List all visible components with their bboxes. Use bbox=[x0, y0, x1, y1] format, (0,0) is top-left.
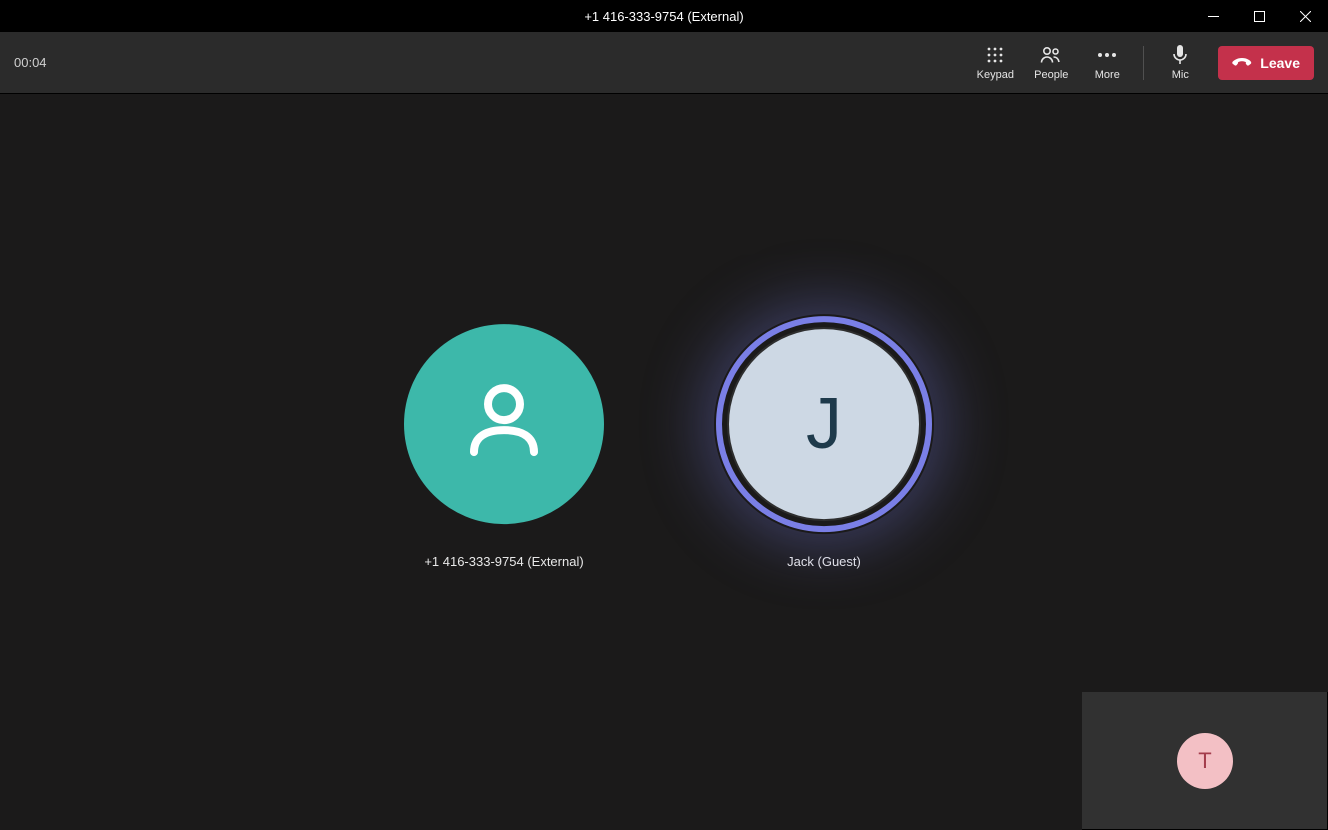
call-stage: +1 416-333-9754 (External) J Jack (Guest… bbox=[0, 94, 1328, 830]
leave-label: Leave bbox=[1260, 55, 1300, 71]
window-controls bbox=[1190, 0, 1328, 32]
leave-button[interactable]: Leave bbox=[1218, 46, 1314, 80]
mic-icon bbox=[1172, 44, 1188, 66]
speaking-ring-icon bbox=[716, 316, 932, 532]
hangup-icon bbox=[1232, 55, 1252, 71]
more-label: More bbox=[1095, 69, 1120, 81]
people-icon bbox=[1040, 44, 1062, 66]
avatar bbox=[394, 314, 614, 534]
self-view[interactable]: T bbox=[1082, 692, 1328, 830]
more-icon bbox=[1097, 44, 1117, 66]
generic-avatar-icon bbox=[404, 324, 604, 524]
participant-name: +1 416-333-9754 (External) bbox=[424, 554, 583, 569]
participant-name: Jack (Guest) bbox=[787, 554, 861, 569]
participant-tile[interactable]: J Jack (Guest) bbox=[694, 314, 954, 569]
call-toolbar: 00:04 Keypad bbox=[0, 32, 1328, 94]
title-bar: +1 416-333-9754 (External) bbox=[0, 0, 1328, 32]
participant-tile[interactable]: +1 416-333-9754 (External) bbox=[374, 314, 634, 569]
toolbar-actions: Keypad People More bbox=[967, 32, 1314, 93]
call-timer: 00:04 bbox=[14, 55, 47, 70]
keypad-icon bbox=[986, 44, 1004, 66]
avatar: J bbox=[714, 314, 934, 534]
people-label: People bbox=[1034, 69, 1068, 81]
mic-label: Mic bbox=[1172, 69, 1189, 81]
window-title: +1 416-333-9754 (External) bbox=[0, 9, 1328, 24]
more-button[interactable]: More bbox=[1079, 44, 1135, 81]
self-avatar: T bbox=[1177, 733, 1233, 789]
minimize-icon bbox=[1208, 11, 1219, 22]
participant-grid: +1 416-333-9754 (External) J Jack (Guest… bbox=[374, 314, 954, 569]
keypad-button[interactable]: Keypad bbox=[967, 44, 1023, 81]
window-close-button[interactable] bbox=[1282, 0, 1328, 32]
maximize-icon bbox=[1254, 11, 1265, 22]
self-avatar-initial: T bbox=[1198, 748, 1211, 774]
toolbar-divider bbox=[1143, 46, 1144, 80]
people-button[interactable]: People bbox=[1023, 44, 1079, 81]
keypad-label: Keypad bbox=[977, 69, 1014, 81]
mic-button[interactable]: Mic bbox=[1152, 44, 1208, 81]
close-icon bbox=[1300, 11, 1311, 22]
window-maximize-button[interactable] bbox=[1236, 0, 1282, 32]
window-minimize-button[interactable] bbox=[1190, 0, 1236, 32]
